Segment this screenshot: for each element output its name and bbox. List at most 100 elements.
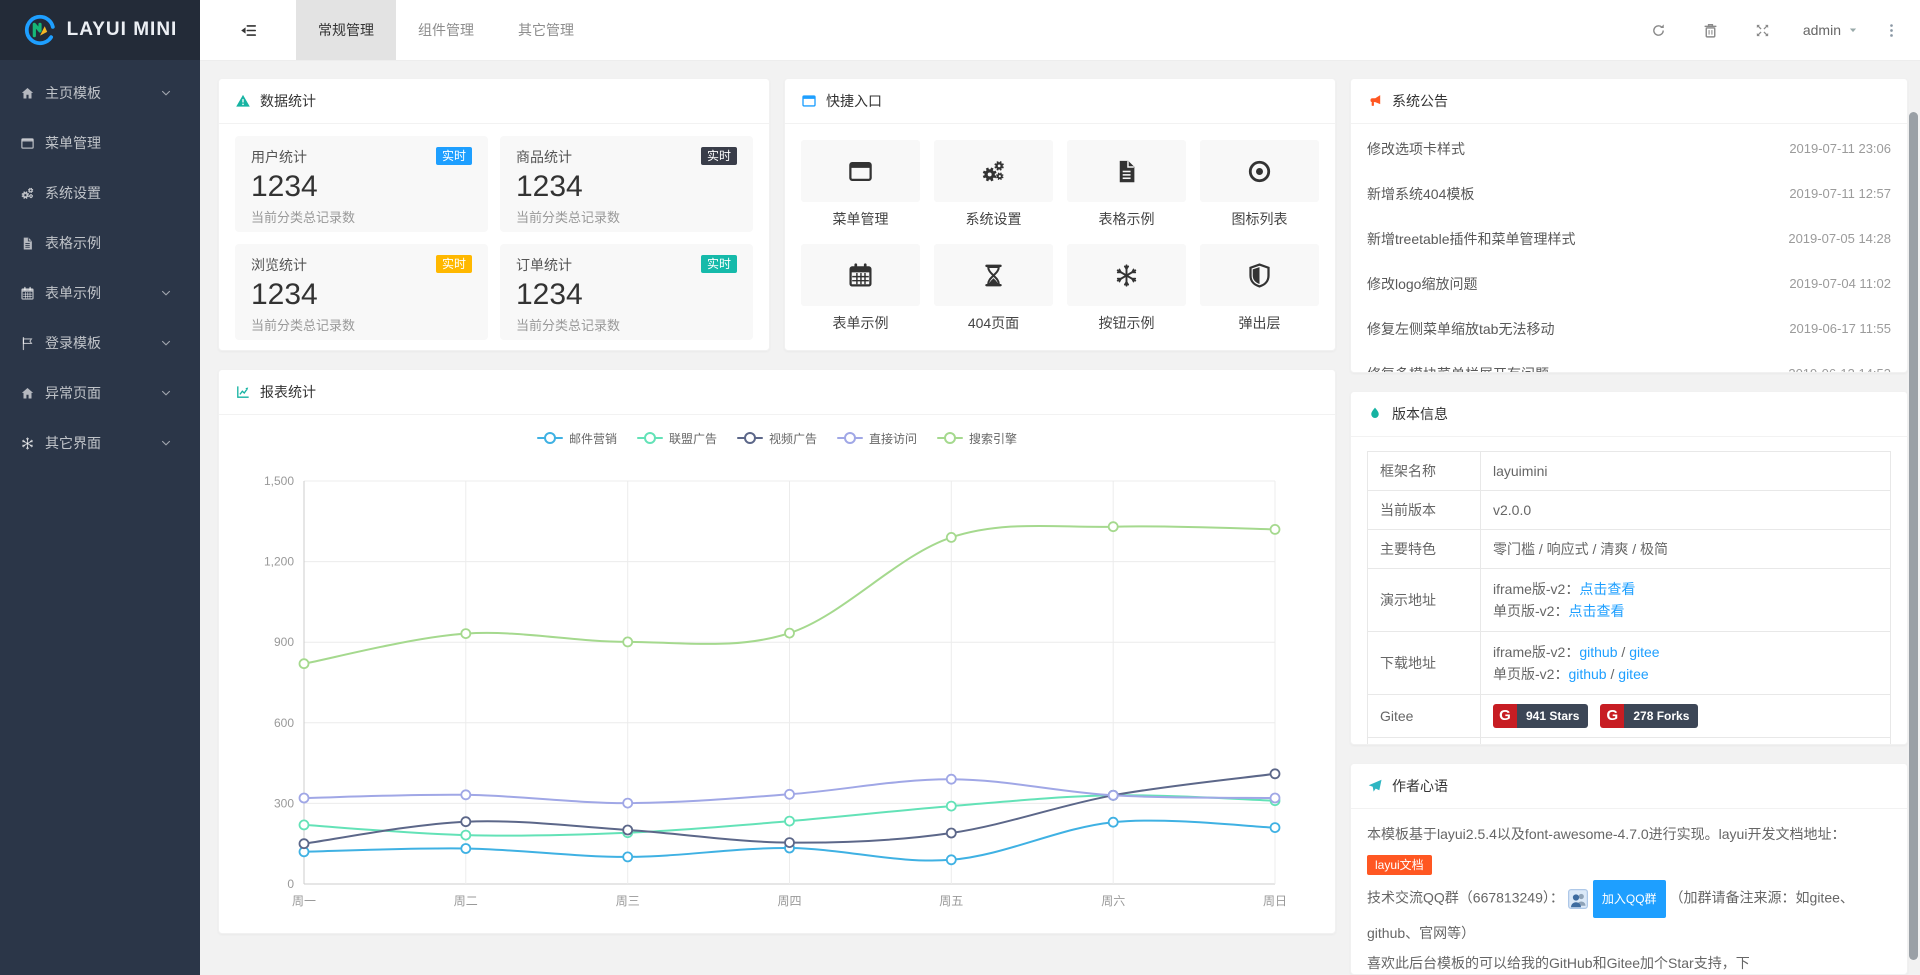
sidebar-item-异常页面[interactable]: 异常页面	[0, 368, 200, 418]
version-row-value: layuimini	[1481, 451, 1891, 490]
tab-其它管理[interactable]: 其它管理	[496, 0, 596, 60]
svg-text:周三: 周三	[616, 894, 640, 908]
version-row-label: 框架名称	[1368, 451, 1481, 490]
notice-item[interactable]: 新增treetable插件和菜单管理样式2019-07-05 14:28	[1367, 216, 1891, 261]
file-icon	[20, 236, 35, 251]
notice-date: 2019-07-11 12:57	[1789, 186, 1891, 201]
quick-entry-panel: 快捷入口 菜单管理系统设置表格示例图标列表表单示例404页面按钮示例弹出层	[784, 78, 1336, 351]
layui-doc-badge[interactable]: layui文档	[1367, 855, 1432, 875]
notice-item[interactable]: 修改logo缩放问题2019-07-04 11:02	[1367, 261, 1891, 306]
stat-card-top: 用户统计实时	[251, 147, 472, 167]
legend-item-联盟广告[interactable]: 联盟广告	[637, 430, 717, 447]
app-logo: LAYUI MINI	[0, 0, 200, 60]
sidebar-item-label: 主页模板	[45, 83, 160, 103]
quick-entry-404页面[interactable]: 404页面	[934, 244, 1053, 332]
shield-icon	[1246, 262, 1273, 289]
version-row-label: Gitee	[1368, 694, 1481, 737]
notice-date: 2019-07-04 11:02	[1789, 276, 1891, 291]
quick-entry-系统设置[interactable]: 系统设置	[934, 140, 1053, 228]
quick-entry-tile	[1200, 140, 1319, 202]
sidebar: LAYUI MINI 主页模板菜单管理系统设置表格示例表单示例登录模板异常页面其…	[0, 0, 200, 975]
stat-caption: 当前分类总记录数	[251, 207, 472, 226]
quick-entry-弹出层[interactable]: 弹出层	[1200, 244, 1319, 332]
version-row-label: Github	[1368, 737, 1481, 745]
gears-icon	[20, 186, 35, 201]
scrollbar-thumb[interactable]	[1909, 112, 1918, 960]
user-name: admin	[1803, 22, 1841, 38]
value-line: iframe版-v2：点击查看	[1493, 578, 1878, 600]
gitee-badge-941 Stars[interactable]: G941 Stars	[1493, 704, 1588, 728]
stat-value: 1234	[516, 278, 737, 312]
flag-icon	[20, 336, 35, 351]
sidebar-item-主页模板[interactable]: 主页模板	[0, 68, 200, 118]
home-icon	[20, 386, 35, 401]
svg-text:周六: 周六	[1101, 894, 1125, 908]
quick-entry-label: 系统设置	[934, 210, 1053, 228]
legend-ring	[644, 432, 656, 444]
more-options-icon[interactable]	[1876, 22, 1906, 39]
quick-entry-tile	[934, 244, 1053, 306]
stat-label: 用户统计	[251, 147, 307, 167]
calendar-icon	[20, 286, 35, 301]
sidebar-item-表单示例[interactable]: 表单示例	[0, 268, 200, 318]
sidebar-item-其它界面[interactable]: 其它界面	[0, 418, 200, 468]
version-row-label: 演示地址	[1368, 568, 1481, 631]
sidebar-item-菜单管理[interactable]: 菜单管理	[0, 118, 200, 168]
refresh-icon[interactable]	[1633, 22, 1685, 39]
clear-cache-icon[interactable]	[1685, 22, 1737, 39]
report-chart-header: 报表统计	[219, 370, 1335, 415]
quick-entry-tile	[801, 244, 920, 306]
sidebar-item-系统设置[interactable]: 系统设置	[0, 168, 200, 218]
svg-text:周日: 周日	[1263, 894, 1287, 908]
link-点击查看[interactable]: 点击查看	[1579, 581, 1635, 597]
tab-常规管理[interactable]: 常规管理	[296, 0, 396, 60]
version-table: 框架名称layuimini当前版本v2.0.0主要特色零门槛 / 响应式 / 清…	[1367, 451, 1891, 745]
legend-item-搜索引擎[interactable]: 搜索引擎	[937, 430, 1017, 447]
link-点击查看[interactable]: 点击查看	[1568, 603, 1624, 619]
sidebar-item-登录模板[interactable]: 登录模板	[0, 318, 200, 368]
legend-item-邮件营销[interactable]: 邮件营销	[537, 430, 617, 447]
panel-title: 报表统计	[260, 382, 316, 402]
link-github[interactable]: github	[1568, 666, 1606, 682]
tab-组件管理[interactable]: 组件管理	[396, 0, 496, 60]
version-row-label: 当前版本	[1368, 490, 1481, 529]
text-segment: iframe版-v2：	[1493, 644, 1579, 660]
notice-item[interactable]: 修复多模块菜单栏展开有问题2019-06-13 14:53	[1367, 351, 1891, 373]
fullscreen-icon[interactable]	[1737, 22, 1789, 39]
link-gitee[interactable]: gitee	[1629, 644, 1659, 660]
quick-entry-label: 表单示例	[801, 314, 920, 332]
notice-item[interactable]: 修复左侧菜单缩放tab无法移动2019-06-17 11:55	[1367, 306, 1891, 351]
notice-date: 2019-06-13 14:53	[1788, 366, 1891, 373]
quick-entry-label: 菜单管理	[801, 210, 920, 228]
gitee-badge-278 Forks[interactable]: G278 Forks	[1600, 704, 1698, 728]
join-qq-badge[interactable]: 加入QQ群	[1593, 880, 1666, 918]
quick-entry-label: 图标列表	[1200, 210, 1319, 228]
text-segment: /	[1607, 666, 1619, 682]
legend-label: 直接访问	[869, 430, 917, 447]
quick-entry-表格示例[interactable]: 表格示例	[1067, 140, 1186, 228]
value-line: iframe版-v2：github / gitee	[1493, 641, 1878, 663]
user-menu[interactable]: admin	[1803, 22, 1858, 38]
stat-value: 1234	[251, 278, 472, 312]
left-column: 数据统计 用户统计实时1234当前分类总记录数商品统计实时1234当前分类总记录…	[218, 78, 1336, 975]
link-github[interactable]: github	[1579, 644, 1617, 660]
dot-circle-icon	[1246, 158, 1273, 185]
quick-entry-菜单管理[interactable]: 菜单管理	[801, 140, 920, 228]
collapse-menu-icon[interactable]	[200, 0, 296, 60]
sidebar-item-表格示例[interactable]: 表格示例	[0, 218, 200, 268]
version-row-框架名称: 框架名称layuimini	[1368, 451, 1891, 490]
window-icon	[801, 93, 817, 109]
chevron-down-icon	[160, 437, 172, 449]
sidebar-item-label: 表格示例	[45, 233, 182, 253]
link-gitee[interactable]: gitee	[1618, 666, 1648, 682]
panel-title: 作者心语	[1392, 776, 1448, 796]
legend-item-视频广告[interactable]: 视频广告	[737, 430, 817, 447]
notice-item[interactable]: 新增系统404模板2019-07-11 12:57	[1367, 171, 1891, 216]
quick-entry-图标列表[interactable]: 图标列表	[1200, 140, 1319, 228]
version-row-value: iframe版-v2：点击查看单页版-v2：点击查看	[1481, 568, 1891, 631]
quick-entry-表单示例[interactable]: 表单示例	[801, 244, 920, 332]
quick-entry-按钮示例[interactable]: 按钮示例	[1067, 244, 1186, 332]
notice-item[interactable]: 修改选项卡样式2019-07-11 23:06	[1367, 126, 1891, 171]
legend-item-直接访问[interactable]: 直接访问	[837, 430, 917, 447]
author-line: layui文档	[1367, 849, 1891, 880]
